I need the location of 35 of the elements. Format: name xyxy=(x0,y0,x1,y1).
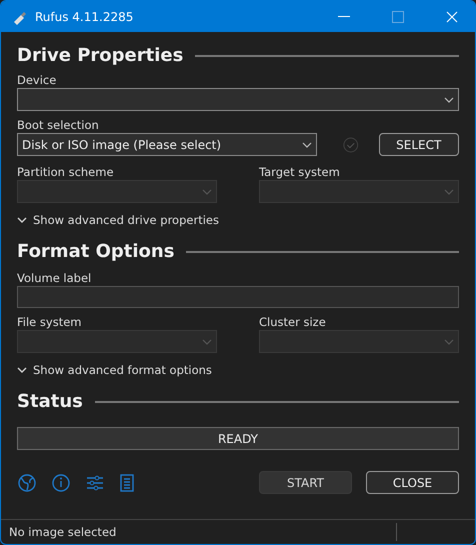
chevron-icon xyxy=(302,142,312,148)
field-label: Partition scheme xyxy=(17,164,115,180)
status-text: No image selected xyxy=(9,525,118,539)
chevron-icon xyxy=(202,188,212,194)
chevron-icon xyxy=(444,188,454,194)
field-label: File system xyxy=(17,314,82,330)
select-button[interactable]: SELECT xyxy=(378,133,459,156)
field-label: Device xyxy=(17,72,58,88)
field-label: Volume label xyxy=(17,270,92,286)
close-icon xyxy=(446,10,458,22)
field-label: Target system xyxy=(259,164,341,180)
action-button[interactable]: CLOSE xyxy=(366,471,459,494)
settings-icon[interactable] xyxy=(85,472,105,492)
minimize-icon xyxy=(338,16,350,18)
section-heading: Drive Properties xyxy=(17,45,184,66)
chevron-icon xyxy=(202,338,212,344)
maximize-icon xyxy=(392,10,404,22)
advanced-toggle[interactable]: Show advanced drive properties xyxy=(17,211,459,229)
section-heading: Format Options xyxy=(17,241,174,262)
window-title: Rufus 4.11.2285 xyxy=(35,10,134,24)
chevron-icon xyxy=(444,96,454,102)
volume-label-field[interactable] xyxy=(17,286,459,308)
globe-icon[interactable] xyxy=(17,472,37,492)
field-label: Boot selection xyxy=(17,117,100,133)
log-icon[interactable] xyxy=(119,472,135,492)
device-dropdown[interactable] xyxy=(17,88,459,111)
info-icon[interactable] xyxy=(51,472,71,492)
chevron-icon xyxy=(17,367,27,373)
chevron-icon xyxy=(444,338,454,344)
section-heading: Status xyxy=(17,391,83,412)
field-label: Cluster size xyxy=(259,314,327,330)
check-icon xyxy=(343,136,359,154)
boot-selection-dropdown[interactable]: Disk or ISO image (Please select) xyxy=(17,133,317,156)
advanced-toggle[interactable]: Show advanced format options xyxy=(17,361,459,379)
chevron-icon xyxy=(17,217,27,223)
